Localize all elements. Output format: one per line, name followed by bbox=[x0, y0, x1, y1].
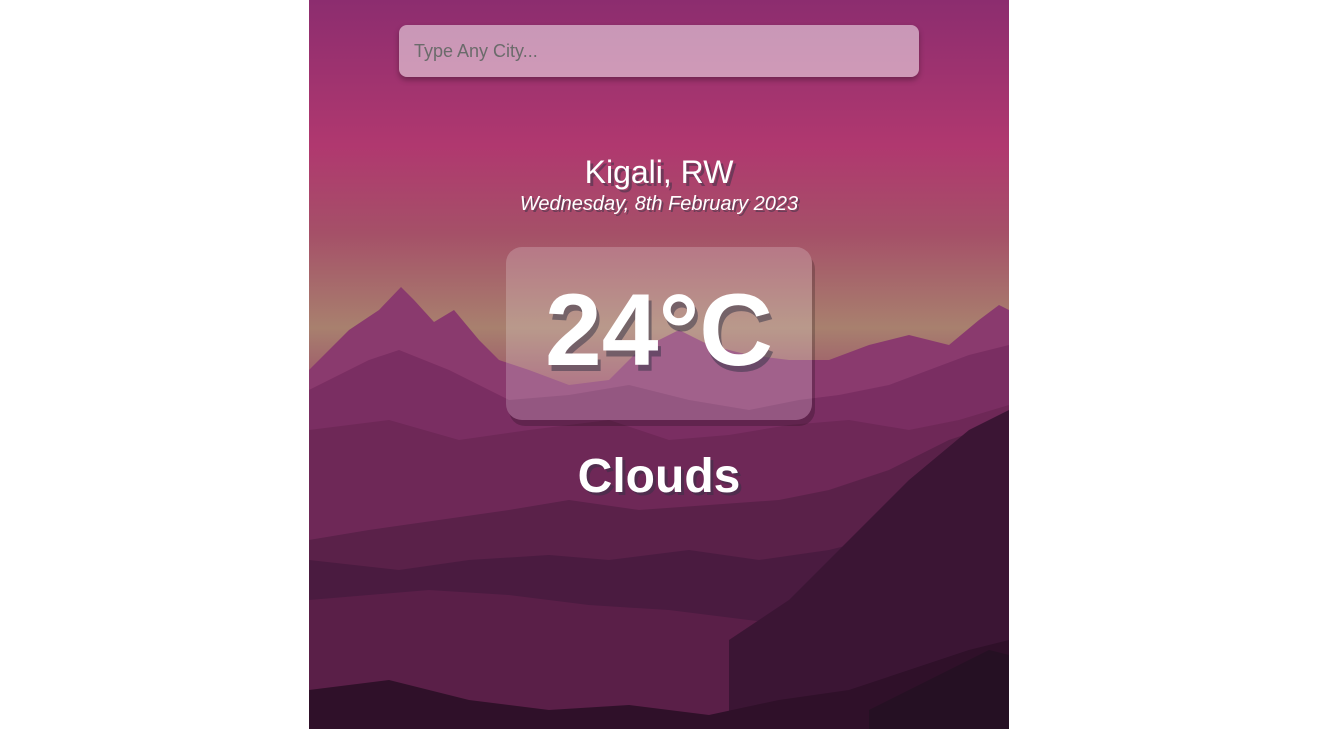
location-title: Kigali, RW bbox=[584, 154, 734, 190]
search-box bbox=[399, 25, 919, 77]
weather-condition: Clouds bbox=[577, 450, 741, 503]
temperature-value: 24°C bbox=[545, 273, 773, 387]
city-search-input[interactable] bbox=[399, 25, 919, 77]
temperature-card: 24°C bbox=[506, 247, 812, 420]
weather-app: Kigali, RW Wednesday, 8th February 2023 … bbox=[309, 0, 1009, 729]
current-date: Wednesday, 8th February 2023 bbox=[519, 193, 799, 215]
